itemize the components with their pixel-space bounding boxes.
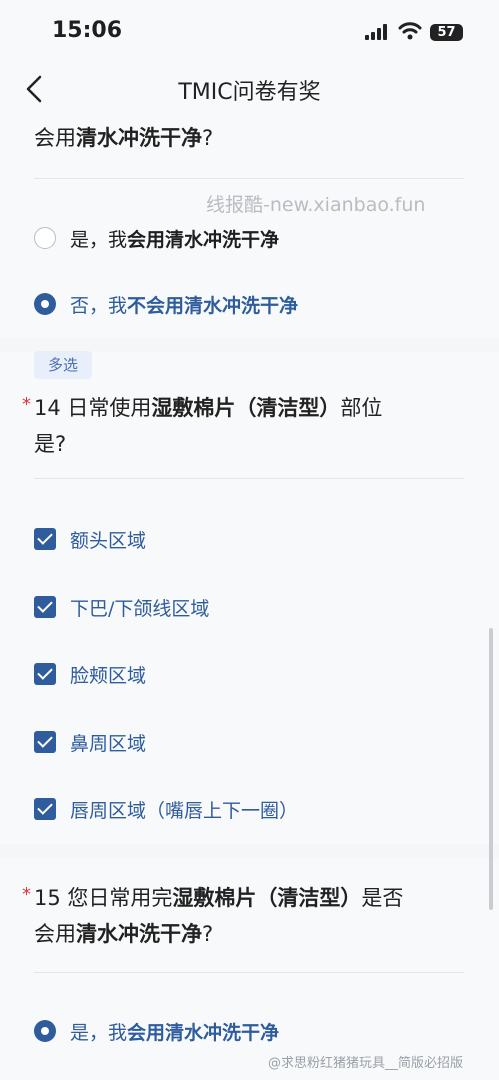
q14-option-nose[interactable]: 鼻周区域 bbox=[34, 725, 146, 759]
nav-bar: TMIC问卷有奖 bbox=[0, 62, 499, 116]
q14-option-chin[interactable]: 下巴/下颌线区域 bbox=[34, 590, 209, 624]
q15-option-yes[interactable]: 是，我会用清水冲洗干净 bbox=[34, 1014, 279, 1048]
question-14-card: * 14 日常使用湿敷棉片（清洁型）部位 是? 额头区域 下巴/下颌线区域 脸颊… bbox=[0, 352, 499, 844]
question-13-card: 会用清水冲洗干净? 是，我会用清水冲洗干净 否，我不会用清水冲洗干净 bbox=[0, 116, 499, 338]
checkbox-checked-icon bbox=[34, 798, 56, 820]
q14-option-forehead[interactable]: 额头区域 bbox=[34, 522, 146, 556]
option-label: 鼻周区域 bbox=[70, 732, 147, 755]
required-asterisk: * bbox=[22, 394, 31, 415]
checkbox-checked-icon bbox=[34, 663, 56, 685]
radio-selected-icon bbox=[34, 293, 56, 315]
question-15-text: 15 您日常用完湿敷棉片（清洁型）是否 会用清水冲洗干净? bbox=[34, 886, 404, 946]
option-label: 脸颊区域 bbox=[70, 664, 147, 687]
wifi-icon bbox=[398, 22, 422, 40]
divider bbox=[34, 972, 464, 973]
checkbox-checked-icon bbox=[34, 528, 56, 550]
question-13-text: 会用清水冲洗干净? bbox=[34, 126, 214, 150]
option-label: 否，我不会用清水冲洗干净 bbox=[70, 294, 299, 317]
q13-option-yes[interactable]: 是，我会用清水冲洗干净 bbox=[34, 221, 279, 255]
q13-option-no[interactable]: 否，我不会用清水冲洗干净 bbox=[34, 287, 298, 321]
multi-select-tag: 多选 bbox=[34, 351, 92, 379]
divider bbox=[34, 478, 464, 479]
checkbox-checked-icon bbox=[34, 596, 56, 618]
cellular-signal-icon bbox=[365, 24, 387, 40]
question-15-card: * 15 您日常用完湿敷棉片（清洁型）是否 会用清水冲洗干净? 是，我会用清水冲… bbox=[0, 858, 499, 1080]
q14-option-lips[interactable]: 唇周区域（嘴唇上下一圈） bbox=[34, 792, 298, 826]
option-label: 下巴/下颌线区域 bbox=[70, 597, 210, 620]
required-asterisk: * bbox=[22, 884, 31, 905]
option-label: 是，我会用清水冲洗干净 bbox=[70, 228, 280, 251]
status-bar: 15:06 57 bbox=[0, 0, 499, 62]
watermark: 线报酷-new.xianbao.fun bbox=[206, 194, 426, 216]
radio-unselected-icon bbox=[34, 227, 56, 249]
question-14-text: 14 日常使用湿敷棉片（清洁型）部位 是? bbox=[34, 396, 383, 456]
option-label: 唇周区域（嘴唇上下一圈） bbox=[70, 799, 299, 822]
weibo-watermark: @求思粉红猪猪玩具__简版必招版 bbox=[268, 1056, 464, 1071]
scrollbar[interactable] bbox=[489, 628, 493, 910]
option-label: 是，我会用清水冲洗干净 bbox=[70, 1021, 280, 1044]
page-title: TMIC问卷有奖 bbox=[178, 80, 321, 105]
radio-selected-icon bbox=[34, 1020, 56, 1042]
divider bbox=[34, 178, 464, 179]
checkbox-checked-icon bbox=[34, 731, 56, 753]
option-label: 额头区域 bbox=[70, 529, 147, 552]
q14-option-cheek[interactable]: 脸颊区域 bbox=[34, 657, 146, 691]
status-time: 15:06 bbox=[52, 18, 123, 43]
battery-icon: 57 bbox=[430, 24, 463, 41]
